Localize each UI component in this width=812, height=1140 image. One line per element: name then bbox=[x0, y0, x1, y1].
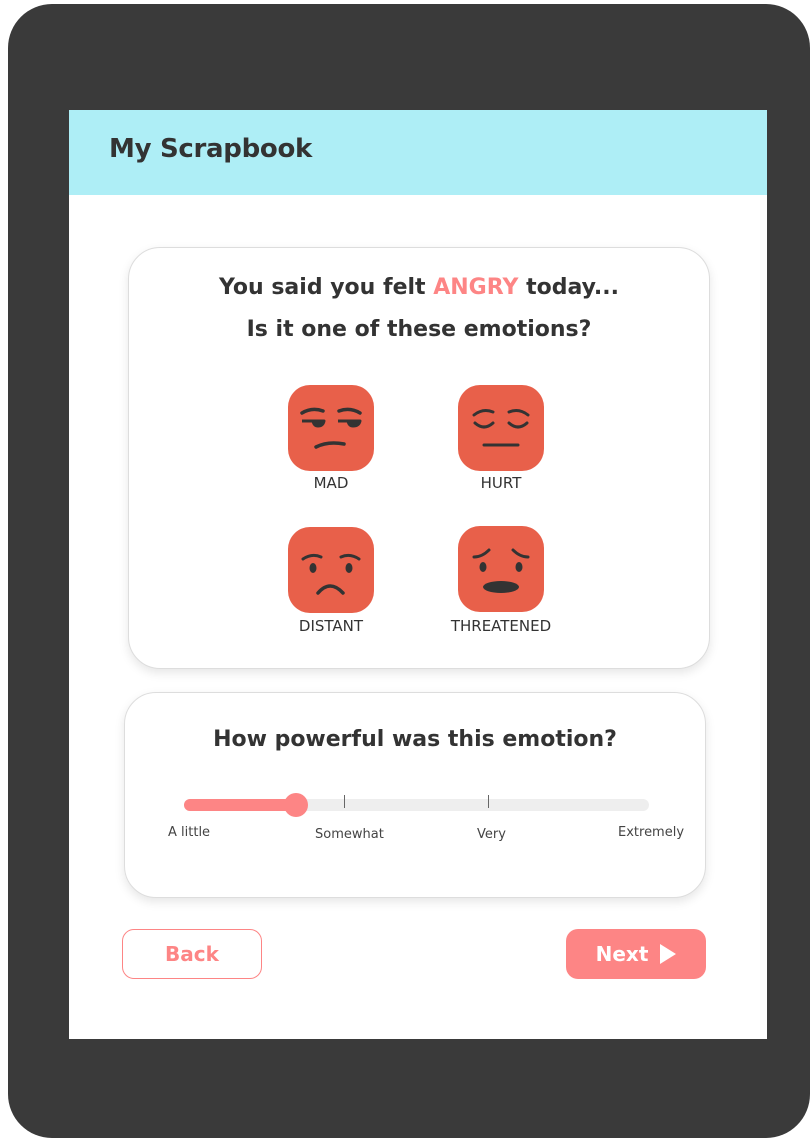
emotion-question-line2: Is it one of these emotions? bbox=[246, 317, 592, 342]
play-icon bbox=[660, 944, 677, 964]
option-label-mad: MAD bbox=[313, 474, 349, 492]
question-prefix: You said you felt bbox=[218, 275, 426, 300]
intensity-question: How powerful was this emotion? bbox=[213, 727, 617, 752]
scale-label-extremely: Extremely bbox=[618, 825, 685, 840]
option-label-threatened: THREATENED bbox=[450, 617, 552, 635]
scale-label-a-little: A little bbox=[168, 825, 211, 840]
threatened-face-icon[interactable] bbox=[458, 526, 544, 612]
app-screen: My Scrapbook You said you felt ANGRY tod… bbox=[69, 110, 767, 1039]
next-button-label: Next bbox=[595, 942, 649, 966]
mad-face-icon[interactable] bbox=[288, 385, 374, 471]
scale-label-somewhat: Somewhat bbox=[315, 827, 384, 842]
tablet-frame: My Scrapbook You said you felt ANGRY tod… bbox=[8, 4, 810, 1138]
back-button-label: Back bbox=[165, 942, 219, 966]
app-title: My Scrapbook bbox=[109, 134, 313, 164]
intensity-card: How powerful was this emotion? A little … bbox=[124, 692, 706, 898]
back-button[interactable]: Back bbox=[122, 929, 262, 979]
intensity-slider[interactable] bbox=[184, 793, 649, 817]
slider-tick-somewhat bbox=[344, 795, 345, 808]
slider-fill bbox=[184, 799, 296, 811]
next-button[interactable]: Next bbox=[566, 929, 706, 979]
selected-emotion: ANGRY bbox=[433, 275, 519, 300]
slider-thumb[interactable] bbox=[284, 793, 308, 817]
option-label-hurt: HURT bbox=[480, 474, 522, 492]
app-header: My Scrapbook bbox=[69, 110, 767, 195]
question-suffix: today... bbox=[526, 275, 620, 300]
option-label-distant: DISTANT bbox=[298, 617, 364, 635]
emotion-card: You said you felt ANGRY today... Is it o… bbox=[128, 247, 710, 669]
emotion-question: You said you felt ANGRY today... bbox=[129, 275, 709, 300]
scale-label-very: Very bbox=[477, 827, 506, 842]
distant-face-icon[interactable] bbox=[288, 527, 374, 613]
slider-tick-very bbox=[488, 795, 489, 808]
hurt-face-icon[interactable] bbox=[458, 385, 544, 471]
